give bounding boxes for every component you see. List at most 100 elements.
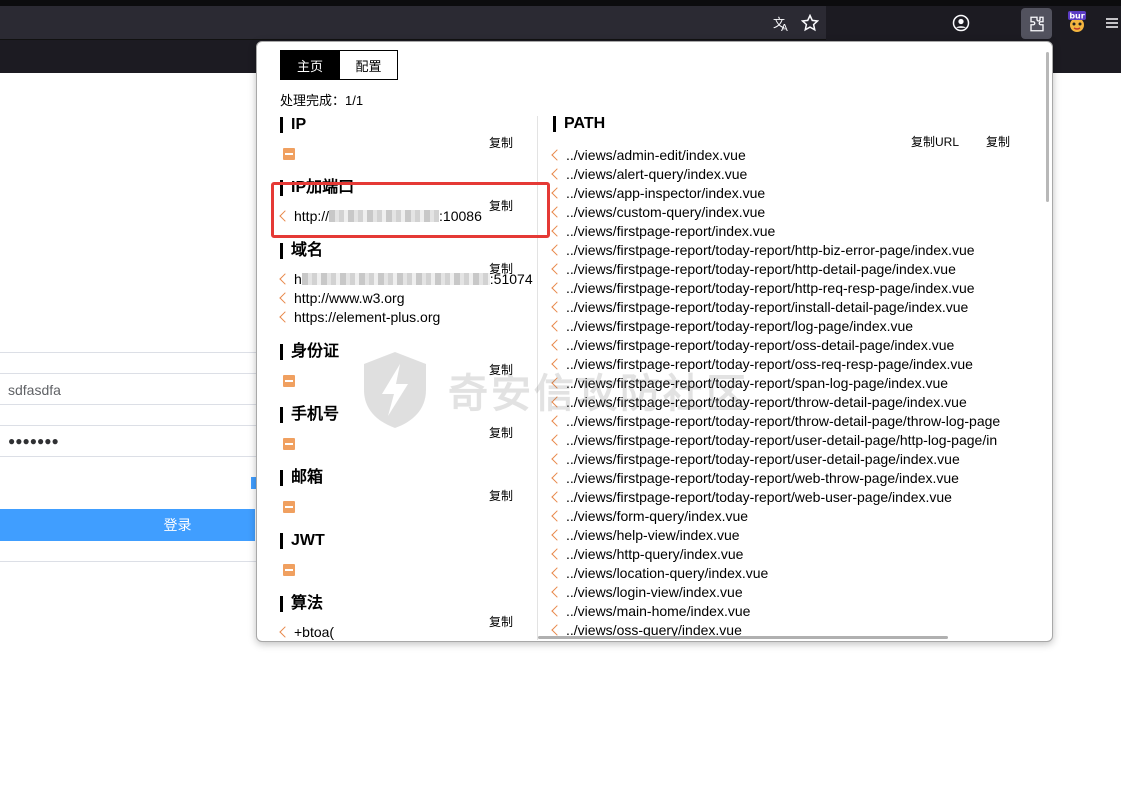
empty-icon (283, 564, 295, 576)
path-text: ../views/login-view/index.vue (566, 583, 743, 600)
username-input-border-top (0, 373, 256, 374)
empty-icon (283, 438, 295, 450)
divider (0, 352, 256, 353)
path-text: ../views/firstpage-report/index.vue (566, 222, 776, 239)
domain-prefix: h (294, 271, 302, 287)
chevron-left-icon (551, 338, 563, 351)
translate-icon[interactable]: 文A (771, 12, 793, 34)
username-input[interactable]: sdfasdfa (8, 382, 61, 398)
path-item[interactable]: ../views/firstpage-report/today-report/u… (551, 449, 1000, 468)
path-text: ../views/firstpage-report/today-report/h… (566, 279, 975, 296)
section-title-phone: 手机号 (280, 407, 339, 423)
password-input-border-top (0, 425, 256, 426)
extensions-icon[interactable] (1021, 8, 1052, 39)
tab-home[interactable]: 主页 (281, 51, 339, 79)
divider (0, 561, 256, 562)
path-item[interactable]: ../views/location-query/index.vue (551, 563, 1000, 582)
chevron-left-icon (551, 376, 563, 389)
path-item[interactable]: ../views/main-home/index.vue (551, 601, 1000, 620)
path-item[interactable]: ../views/firstpage-report/index.vue (551, 221, 1000, 240)
algorithm-item[interactable]: +btoa( (279, 624, 334, 640)
url-bar[interactable] (0, 6, 826, 40)
domain-item[interactable]: http://www.w3.org (279, 290, 405, 306)
chevron-left-icon (279, 626, 291, 638)
path-item[interactable]: ../views/custom-query/index.vue (551, 202, 1000, 221)
chevron-left-icon (551, 585, 563, 598)
path-text: ../views/firstpage-report/today-report/u… (566, 431, 998, 448)
chevron-left-icon (551, 604, 563, 617)
chevron-left-icon (551, 243, 563, 256)
chevron-left-icon (551, 205, 563, 218)
path-item[interactable]: ../views/firstpage-report/today-report/o… (551, 335, 1000, 354)
domain-item[interactable]: https://element-plus.org (279, 309, 440, 325)
vertical-scrollbar[interactable] (1046, 52, 1049, 202)
path-text: ../views/firstpage-report/today-report/o… (566, 355, 973, 372)
path-text: ../views/help-view/index.vue (566, 526, 740, 543)
domain-item[interactable]: h :51074 (279, 271, 533, 287)
chevron-left-icon (551, 224, 563, 237)
processing-status: 处理完成：1/1 (280, 93, 364, 108)
path-text: ../views/alert-query/index.vue (566, 165, 748, 182)
path-item[interactable]: ../views/firstpage-report/today-report/h… (551, 278, 1000, 297)
password-input[interactable]: ●●●●●●● (8, 434, 59, 448)
path-item[interactable]: ../views/firstpage-report/today-report/i… (551, 297, 1000, 316)
section-title-domain: 域名 (280, 243, 323, 259)
svg-text:A: A (781, 23, 788, 32)
path-text: ../views/http-query/index.vue (566, 545, 744, 562)
section-title-path: PATH (553, 116, 605, 132)
empty-icon (283, 375, 295, 387)
path-item[interactable]: ../views/http-query/index.vue (551, 544, 1000, 563)
domain-suffix: :51074 (489, 271, 533, 287)
copy-algorithm-button[interactable]: 复制 (489, 613, 513, 630)
copy-email-button[interactable]: 复制 (489, 487, 513, 504)
copy-ip-button[interactable]: 复制 (489, 134, 513, 151)
username-input-border-bottom (0, 404, 256, 405)
copy-phone-button[interactable]: 复制 (489, 424, 513, 441)
path-item[interactable]: ../views/login-view/index.vue (551, 582, 1000, 601)
chevron-left-icon (551, 300, 563, 313)
bookmark-star-icon[interactable] (799, 12, 821, 34)
path-text: ../views/firstpage-report/today-report/w… (566, 469, 959, 486)
chevron-left-icon (551, 281, 563, 294)
chevron-left-icon (551, 319, 563, 332)
chevron-left-icon (551, 433, 563, 446)
chevron-left-icon (551, 471, 563, 484)
path-item[interactable]: ../views/firstpage-report/today-report/h… (551, 259, 1000, 278)
redacted-domain (301, 273, 490, 285)
chevron-left-icon (551, 262, 563, 275)
path-text: ../views/app-inspector/index.vue (566, 184, 766, 201)
burp-extension-icon[interactable]: bur (1066, 11, 1088, 33)
path-item[interactable]: ../views/firstpage-report/today-report/u… (551, 430, 1000, 449)
path-item[interactable]: ../views/firstpage-report/today-report/s… (551, 373, 1000, 392)
chevron-left-icon (279, 292, 291, 304)
path-item[interactable]: ../views/form-query/index.vue (551, 506, 1000, 525)
account-icon[interactable] (950, 12, 972, 34)
chevron-left-icon (551, 148, 563, 161)
horizontal-scrollbar[interactable] (538, 636, 948, 639)
path-item[interactable]: ../views/help-view/index.vue (551, 525, 1000, 544)
path-item[interactable]: ../views/firstpage-report/today-report/t… (551, 411, 1000, 430)
path-item[interactable]: ../views/firstpage-report/today-report/h… (551, 240, 1000, 259)
path-text: ../views/form-query/index.vue (566, 507, 749, 524)
path-item[interactable]: ../views/firstpage-report/today-report/w… (551, 468, 1000, 487)
section-title-jwt: JWT (280, 533, 325, 549)
section-title-id-card: 身份证 (280, 344, 339, 360)
section-title-algorithm: 算法 (280, 596, 323, 612)
login-button[interactable]: 登录 (0, 509, 255, 541)
tab-config[interactable]: 配置 (339, 51, 397, 79)
path-item[interactable]: ../views/firstpage-report/today-report/t… (551, 392, 1000, 411)
path-item[interactable]: ../views/alert-query/index.vue (551, 164, 1000, 183)
path-item[interactable]: ../views/firstpage-report/today-report/l… (551, 316, 1000, 335)
domain-text: http://www.w3.org (294, 290, 405, 306)
path-text: ../views/firstpage-report/today-report/i… (566, 298, 969, 315)
password-input-border-bottom (0, 456, 256, 457)
path-item[interactable]: ../views/admin-edit/index.vue (551, 145, 1000, 164)
highlight-annotation (271, 182, 550, 238)
chevron-left-icon (551, 414, 563, 427)
path-item[interactable]: ../views/firstpage-report/today-report/o… (551, 354, 1000, 373)
copy-id-card-button[interactable]: 复制 (489, 361, 513, 378)
menu-icon[interactable] (1103, 12, 1121, 34)
chevron-left-icon (551, 566, 563, 579)
path-item[interactable]: ../views/app-inspector/index.vue (551, 183, 1000, 202)
path-item[interactable]: ../views/firstpage-report/today-report/w… (551, 487, 1000, 506)
